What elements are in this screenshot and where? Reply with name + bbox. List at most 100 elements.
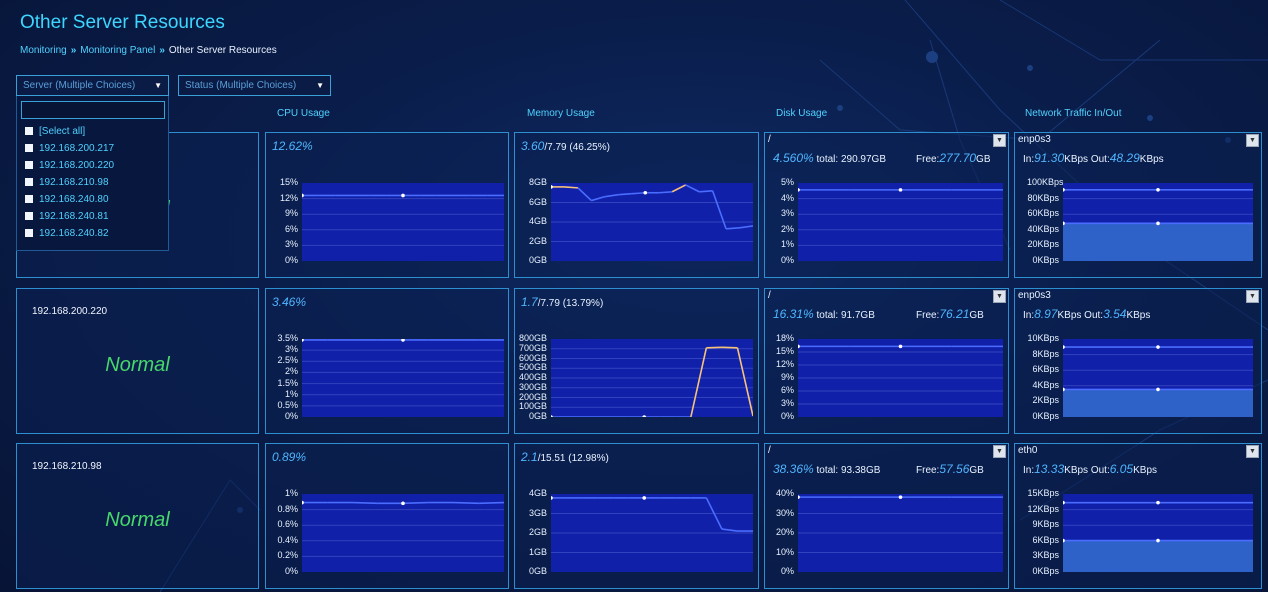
network-out-label: Out: [1090, 154, 1110, 165]
y-tick-label: 0.6% [277, 519, 298, 530]
disk-info: 38.36% total: 93.38GB Free:57.56GB [773, 462, 984, 476]
checkbox[interactable] [25, 178, 33, 186]
server-option[interactable]: 192.168.240.80 [25, 194, 109, 205]
y-tick-label: 4GB [528, 216, 547, 226]
memory-line-segment [618, 192, 632, 196]
disk-mount-select[interactable]: / [768, 445, 771, 456]
y-tick-label: 40% [775, 488, 794, 498]
y-tick-label: 6% [780, 385, 794, 395]
plot-area [1063, 183, 1253, 261]
y-tick-label: 2% [284, 366, 298, 377]
network-in: 91.30 [1034, 151, 1065, 165]
server-option[interactable]: 192.168.200.217 [25, 143, 114, 154]
server-search-input[interactable] [21, 101, 165, 119]
plot-area [551, 183, 753, 261]
y-tick-label: 0.8% [277, 503, 298, 514]
network-unit: KBps [1064, 465, 1089, 476]
y-tick-label: 10% [775, 546, 794, 557]
server-option-label: 192.168.200.217 [39, 143, 115, 154]
disk-total: 91.7GB [840, 310, 875, 321]
server-info-panel: 192.168.210.98 Normal [16, 443, 259, 589]
server-ip: 192.168.210.98 [32, 461, 102, 472]
chevron-down-icon[interactable]: ▼ [993, 134, 1006, 147]
checkbox[interactable] [25, 127, 33, 135]
breadcrumb-monitoring[interactable]: Monitoring [20, 45, 67, 56]
network-unit: KBps [1139, 154, 1164, 165]
checkbox[interactable] [25, 161, 33, 169]
column-header-cpu: CPU Usage [277, 108, 330, 119]
memory-line-segment [564, 186, 578, 189]
network-in: 8.97 [1034, 307, 1058, 321]
plot-area [1063, 494, 1253, 572]
y-tick-label: 3KBps [1032, 550, 1059, 561]
cpu-line-segment [352, 501, 378, 505]
chevron-down-icon[interactable]: ▼ [1246, 445, 1259, 458]
network-in-label: In: [1023, 154, 1035, 165]
y-tick-label: 1.5% [277, 377, 298, 388]
network-out-label: Out: [1090, 465, 1110, 476]
disk-free-label: Free: [916, 154, 940, 165]
network-interface-select[interactable]: eth0 [1018, 445, 1037, 456]
y-tick-label: 700GB [518, 342, 547, 353]
network-in-point [1156, 500, 1160, 505]
y-tick-label: 100KBps [1027, 177, 1064, 187]
y-tick-label: 8GB [528, 177, 547, 187]
server-option[interactable]: 192.168.200.220 [25, 160, 114, 171]
checkbox[interactable] [25, 212, 33, 220]
y-tick-label: 2% [780, 223, 794, 234]
plot-area [302, 183, 504, 261]
disk-free: 76.21 [939, 307, 970, 321]
y-tick-label: 0.5% [277, 399, 298, 410]
server-option[interactable]: 192.168.240.82 [25, 228, 109, 239]
network-interface-select[interactable]: enp0s3 [1018, 134, 1051, 145]
network-interface-select[interactable]: enp0s3 [1018, 290, 1051, 301]
y-tick-label: 60KBps [1027, 208, 1059, 219]
cpu-value: 3.46% [272, 295, 307, 309]
chevron-down-icon[interactable]: ▼ [1246, 134, 1259, 147]
chevron-down-icon[interactable]: ▼ [993, 445, 1006, 458]
y-tick-label: 2GB [528, 235, 547, 246]
checkbox[interactable] [25, 229, 33, 237]
server-option-label: 192.168.200.220 [39, 160, 115, 171]
disk-free-group: Free:57.56GB [916, 462, 984, 476]
memory-panel: 2.1/15.51 (12.98%) 4GB 3GB 2GB 1GB 0GB [514, 443, 759, 589]
chevron-down-icon[interactable]: ▼ [993, 290, 1006, 303]
y-tick-label: 6GB [528, 196, 547, 207]
y-tick-label: 10KBps [1027, 333, 1059, 343]
y-tick-label: 4% [780, 192, 794, 203]
chevron-down-icon[interactable]: ▼ [1246, 290, 1259, 303]
server-option[interactable]: [Select all] [25, 126, 85, 137]
network-unit: KBps [1064, 154, 1089, 165]
status-filter-dropdown[interactable]: Status (Multiple Choices) ▼ [178, 75, 331, 96]
y-tick-label: 3% [284, 344, 298, 355]
server-option[interactable]: 192.168.240.81 [25, 211, 109, 222]
y-tick-label: 2KBps [1032, 395, 1059, 406]
breadcrumb-monitoring-panel[interactable]: Monitoring Panel [80, 45, 155, 56]
y-tick-label: 0.2% [277, 550, 298, 561]
server-option[interactable]: 192.168.210.98 [25, 177, 109, 188]
y-tick-label: 200GB [518, 391, 547, 402]
plot-area [798, 339, 1003, 417]
disk-panel: / ▼ 16.31% total: 91.7GB Free:76.21GB 18% 15%… [764, 288, 1009, 434]
checkbox[interactable] [25, 144, 33, 152]
server-filter-label: Server (Multiple Choices) [23, 80, 136, 91]
y-tick-label: 0% [780, 255, 794, 265]
network-unit: KBps [1057, 310, 1082, 321]
y-tick-label: 2GB [528, 527, 547, 537]
memory-used: 1.7 [521, 295, 538, 309]
cpu-point [401, 501, 405, 506]
plot-area [1063, 339, 1253, 417]
disk-info: 4.560% total: 290.97GB Free:277.70GB [773, 151, 991, 165]
y-tick-label: 0.4% [277, 534, 298, 545]
y-tick-label: 6KBps [1032, 364, 1059, 375]
network-out-area [1063, 540, 1253, 572]
server-filter-dropdown[interactable]: Server (Multiple Choices) ▼ [16, 75, 169, 96]
checkbox[interactable] [25, 195, 33, 203]
memory-used: 2.1 [521, 450, 538, 464]
y-tick-label: 3GB [528, 507, 547, 518]
disk-mount-select[interactable]: / [768, 290, 771, 301]
disk-free: 57.56 [939, 462, 970, 476]
server-filter-menu: [Select all] 192.168.200.217 192.168.200.2… [16, 96, 169, 251]
disk-mount-select[interactable]: / [768, 134, 771, 145]
plot-area [302, 494, 504, 572]
